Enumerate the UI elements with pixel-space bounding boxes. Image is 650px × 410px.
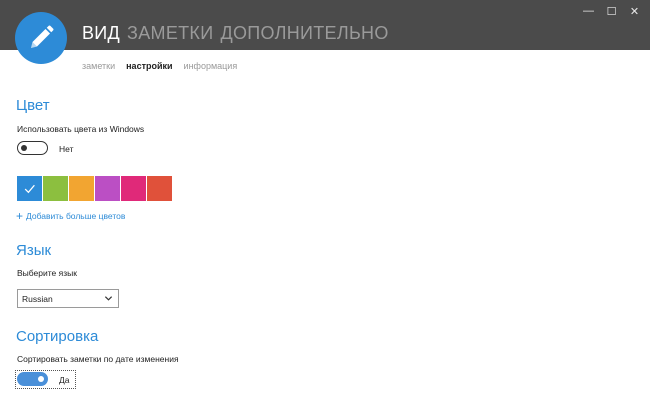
maximize-button[interactable]: ☐ (600, 2, 623, 20)
swatch-orange[interactable] (69, 176, 94, 201)
sort-section-title: Сортировка (16, 328, 99, 345)
windows-colors-label: Использовать цвета из Windows (17, 124, 145, 134)
sort-by-date-label: Сортировать заметки по дате изменения (17, 354, 179, 364)
choose-language-label: Выберите язык (17, 268, 77, 278)
plus-icon: + (16, 209, 24, 223)
window-controls: — ☐ ✕ (577, 2, 646, 20)
swatch-purple[interactable] (95, 176, 120, 201)
sub-nav-settings[interactable]: настройки (126, 61, 172, 71)
main-nav-view[interactable]: ВИД (82, 23, 120, 44)
app-logo (15, 12, 67, 64)
swatch-green[interactable] (43, 176, 68, 201)
language-select-value: Russian (22, 293, 53, 304)
swatch-pink[interactable] (121, 176, 146, 201)
color-section-title: Цвет (16, 97, 50, 114)
minimize-button[interactable]: — (577, 2, 600, 20)
sub-nav: заметки настройки информация (82, 61, 237, 71)
sort-by-date-toggle[interactable] (17, 372, 48, 386)
toggle-knob (38, 376, 44, 382)
main-nav-additional[interactable]: ДОПОЛНИТЕЛЬНО (220, 23, 388, 44)
checkmark-icon (24, 184, 35, 194)
language-select[interactable]: Russian (17, 289, 119, 308)
windows-colors-state: Нет (59, 144, 74, 154)
sub-nav-info[interactable]: информация (184, 61, 238, 71)
sort-by-date-state: Да (59, 375, 70, 385)
add-colors-label: Добавить больше цветов (26, 211, 126, 221)
pencil-icon (31, 25, 54, 48)
close-button[interactable]: ✕ (623, 2, 646, 20)
main-nav-notes[interactable]: ЗАМЕТКИ (127, 23, 213, 44)
main-nav: ВИД ЗАМЕТКИ ДОПОЛНИТЕЛЬНО (82, 23, 389, 44)
language-section-title: Язык (16, 242, 52, 259)
add-colors-link[interactable]: + Добавить больше цветов (16, 209, 126, 223)
sub-nav-notes[interactable]: заметки (82, 61, 115, 71)
color-swatches (17, 176, 172, 201)
swatch-red[interactable] (147, 176, 172, 201)
swatch-blue[interactable] (17, 176, 42, 201)
windows-colors-toggle[interactable] (17, 141, 48, 155)
toggle-knob (21, 144, 27, 151)
chevron-down-icon (104, 296, 113, 301)
